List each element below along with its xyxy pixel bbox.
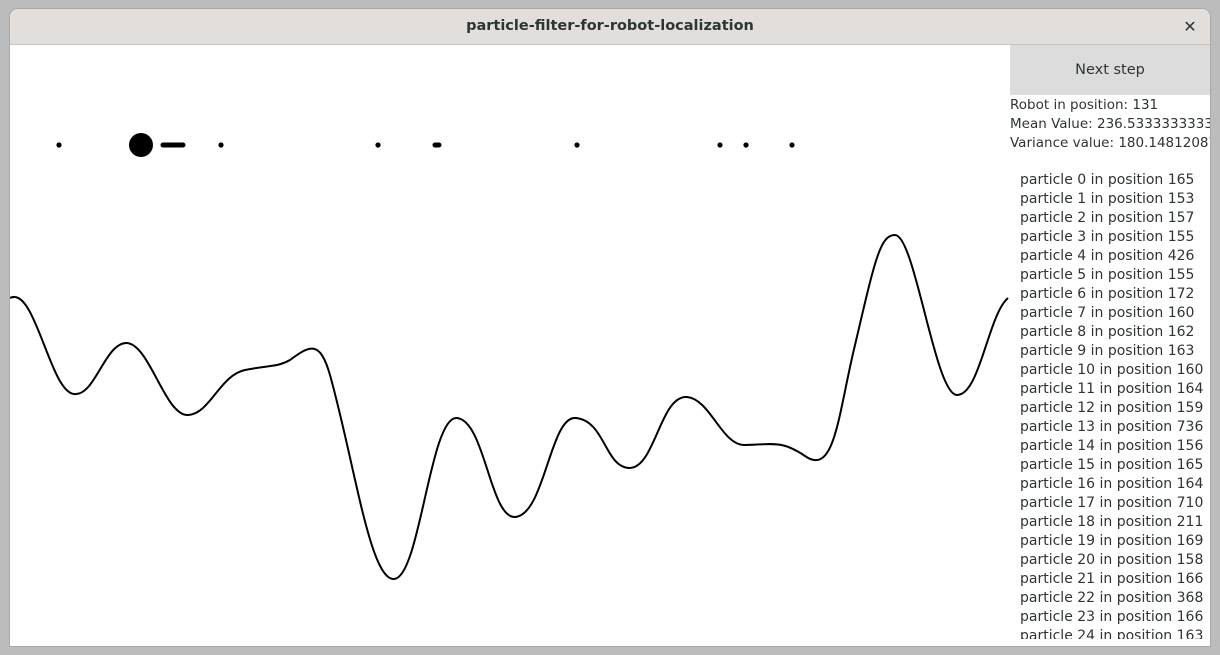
list-item: particle 2 in position 157 <box>1020 210 1195 226</box>
terrain-svg <box>10 133 1009 581</box>
robot-position-text: Robot in position: 131 <box>1010 97 1159 113</box>
particle-dot <box>375 142 381 148</box>
side-panel: Next step Robot in position: 131 Mean Va… <box>1010 45 1210 646</box>
list-item: particle 12 in position 159 <box>1020 400 1204 416</box>
list-item: particle 21 in position 166 <box>1020 571 1204 587</box>
particle-markers <box>56 133 795 157</box>
list-item: particle 10 in position 160 <box>1020 362 1204 378</box>
list-item: particle 13 in position 736 <box>1020 419 1204 435</box>
list-item: particle 0 in position 165 <box>1020 172 1195 188</box>
list-item: particle 19 in position 169 <box>1020 533 1204 549</box>
list-item: particle 7 in position 160 <box>1020 305 1195 321</box>
list-item: particle 8 in position 162 <box>1020 324 1195 340</box>
particle-dot <box>218 142 224 148</box>
list-item: particle 5 in position 155 <box>1020 267 1195 283</box>
simulation-canvas <box>10 45 1010 646</box>
list-item: particle 3 in position 155 <box>1020 229 1195 245</box>
particle-dot <box>56 142 62 148</box>
list-item: particle 16 in position 164 <box>1020 476 1204 492</box>
list-item: particle 4 in position 426 <box>1020 248 1195 264</box>
list-item: particle 1 in position 153 <box>1020 191 1195 207</box>
list-item: particle 22 in position 368 <box>1020 590 1204 606</box>
list-item: particle 15 in position 165 <box>1020 457 1204 473</box>
particle-dot <box>789 142 795 148</box>
mean-value-text: Mean Value: 236.53333333333 <box>1010 116 1210 132</box>
list-item: particle 9 in position 163 <box>1020 343 1195 359</box>
variance-value-text: Variance value: 180.14812087427 <box>1010 135 1210 151</box>
list-item: particle 17 in position 710 <box>1020 495 1204 511</box>
particle-list[interactable]: particle 0 in position 165 particle 1 in… <box>1010 171 1210 639</box>
list-item: particle 14 in position 156 <box>1020 438 1204 454</box>
list-item: particle 23 in position 166 <box>1020 609 1204 625</box>
particle-dot <box>717 142 723 148</box>
stats-block: Robot in position: 131 Mean Value: 236.5… <box>1010 96 1210 153</box>
particle-dot <box>743 142 749 148</box>
window-title: particle-filter-for-robot-localization <box>466 18 754 34</box>
list-item: particle 6 in position 172 <box>1020 286 1195 302</box>
robot-marker <box>129 133 153 157</box>
terrain-curve <box>10 233 1009 581</box>
list-item: particle 11 in position 164 <box>1020 381 1204 397</box>
title-bar: particle-filter-for-robot-localization ✕ <box>10 9 1210 45</box>
list-item: particle 24 in position 163 <box>1020 628 1204 639</box>
app-window: particle-filter-for-robot-localization ✕… <box>10 9 1210 646</box>
list-item: particle 20 in position 158 <box>1020 552 1204 568</box>
next-step-button[interactable]: Next step <box>1010 45 1210 95</box>
close-icon[interactable]: ✕ <box>1180 17 1200 37</box>
list-item: particle 18 in position 211 <box>1020 514 1204 530</box>
particle-dot <box>574 142 580 148</box>
